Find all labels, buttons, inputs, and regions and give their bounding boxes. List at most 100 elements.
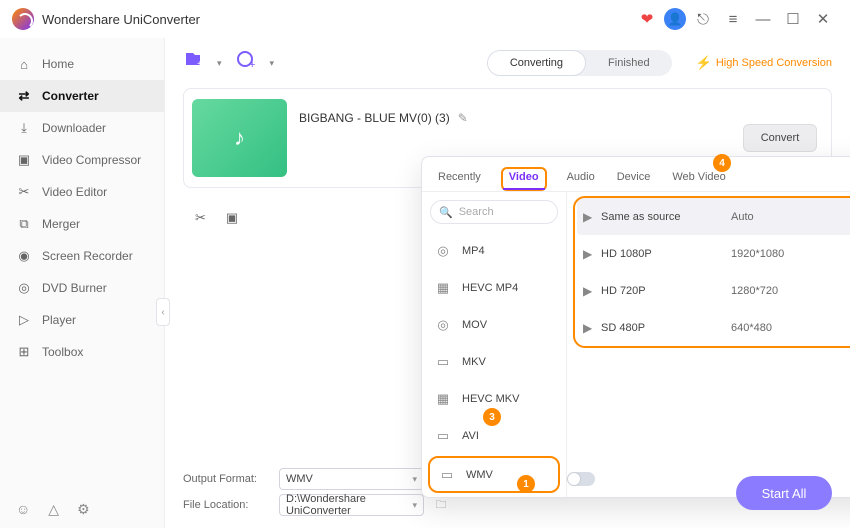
file-title: BIGBANG - BLUE MV(0) (3): [299, 111, 450, 125]
sidebar-bottom: ☺ △ ⚙: [0, 491, 164, 528]
sidebar-item-label: Video Compressor: [42, 153, 141, 167]
status-segment: Converting Finished: [487, 50, 672, 76]
titlebar: Wondershare UniConverter ❤ 👤 ⎋ ≡ — ☐ ✕: [0, 0, 850, 38]
search-icon: 🔍: [439, 206, 453, 219]
app-title: Wondershare UniConverter: [42, 12, 200, 27]
convert-button[interactable]: Convert: [743, 124, 817, 152]
sidebar-item-dvd[interactable]: ◎ DVD Burner: [0, 272, 164, 304]
notify-icon[interactable]: △: [48, 501, 59, 518]
high-speed-toggle[interactable]: ⚡ High Speed Conversion: [696, 55, 832, 71]
high-speed-label: High Speed Conversion: [716, 57, 832, 69]
start-all-button[interactable]: Start All: [736, 476, 832, 510]
sidebar-item-recorder[interactable]: ◉ Screen Recorder: [0, 240, 164, 272]
sidebar-item-home[interactable]: ⌂ Home: [0, 48, 164, 80]
player-icon: ▷: [16, 312, 32, 328]
sidebar-item-merger[interactable]: ⧉ Merger: [0, 208, 164, 240]
video-icon: ▶: [583, 210, 601, 224]
resolution-column: ▶Same as sourceAuto✎ ▶HD 1080P1920*1080✎…: [567, 192, 850, 497]
downloader-icon: ⤓: [16, 120, 32, 136]
collapse-handle[interactable]: ‹: [156, 298, 170, 326]
chevron-down-icon: ▾: [412, 474, 417, 485]
output-format-label: Output Format:: [183, 473, 271, 485]
sidebar-item-editor[interactable]: ✂ Video Editor: [0, 176, 164, 208]
rename-icon[interactable]: ✎: [458, 111, 468, 125]
format-item-mov[interactable]: ◎MOV: [422, 306, 566, 343]
svg-text:+: +: [197, 59, 203, 70]
format-icon: ▦: [434, 391, 452, 407]
account-icon[interactable]: 👤: [664, 8, 686, 30]
close-icon[interactable]: ✕: [810, 6, 836, 32]
badge-3: 3: [483, 408, 501, 426]
feedback-icon[interactable]: ☺: [16, 501, 30, 518]
video-icon: ▶: [583, 284, 601, 298]
tab-finished[interactable]: Finished: [586, 50, 672, 76]
format-icon: ▦: [434, 280, 452, 296]
format-item-hevc-mp4[interactable]: ▦HEVC MP4: [422, 269, 566, 306]
format-search[interactable]: 🔍 Search: [430, 200, 558, 224]
resolution-row[interactable]: ▶SD 480P640*480✎: [577, 309, 850, 346]
sidebar-item-label: Video Editor: [42, 185, 107, 199]
sidebar-item-label: DVD Burner: [42, 281, 107, 295]
sidebar-item-label: Player: [42, 313, 76, 327]
chevron-down-icon[interactable]: ▾: [217, 58, 222, 69]
settings-icon[interactable]: ⚙: [77, 501, 90, 518]
sidebar-item-player[interactable]: ▷ Player: [0, 304, 164, 336]
app-logo-icon: [12, 8, 34, 30]
merge-toggle[interactable]: [567, 472, 595, 486]
open-folder-icon[interactable]: 🗀: [432, 496, 450, 514]
svg-text:+: +: [249, 59, 255, 70]
resolution-row[interactable]: ▶HD 720P1280*720✎: [577, 272, 850, 309]
tab-converting[interactable]: Converting: [487, 50, 586, 76]
add-file-button[interactable]: +: [183, 50, 209, 76]
tab-device[interactable]: Device: [615, 167, 653, 191]
merger-icon: ⧉: [16, 216, 32, 232]
main: ‹ + ▾ + ▾ Converting Finished ⚡ High Spe…: [165, 38, 850, 528]
video-icon: ▶: [583, 247, 601, 261]
search-placeholder: Search: [459, 206, 494, 218]
format-icon: ◎: [434, 317, 452, 333]
tab-audio[interactable]: Audio: [565, 167, 597, 191]
sidebar-item-converter[interactable]: ⇄ Converter: [0, 80, 164, 112]
body: ⌂ Home ⇄ Converter ⤓Downloader ▣ Video Comp…: [0, 38, 850, 528]
converter-icon: ⇄: [16, 88, 32, 104]
format-column: 🔍 Search ◎MP4 ▦HEVC MP4 ◎MOV ▭MKV ▦HEVC …: [422, 192, 567, 497]
resolution-row[interactable]: ▶HD 1080P1920*1080✎: [577, 235, 850, 272]
gift-icon[interactable]: ❤: [634, 6, 660, 32]
resolution-row[interactable]: ▶Same as sourceAuto✎: [577, 198, 850, 235]
compressor-icon: ▣: [16, 152, 32, 168]
badge-1: 1: [517, 475, 535, 493]
format-item-mp4[interactable]: ◎MP4: [422, 232, 566, 269]
chevron-down-icon: ▾: [412, 500, 417, 511]
minimize-icon[interactable]: —: [750, 6, 776, 32]
format-item-wmv[interactable]: ▭WMV: [428, 456, 560, 493]
format-icon: ▭: [434, 428, 452, 444]
sidebar-item-label: Converter: [42, 89, 99, 103]
tab-video[interactable]: Video: [501, 167, 547, 191]
maximize-icon[interactable]: ☐: [780, 6, 806, 32]
menu-icon[interactable]: ≡: [720, 6, 746, 32]
sidebar-item-label: Merger: [42, 217, 80, 231]
tab-recently[interactable]: Recently: [436, 167, 483, 191]
home-icon: ⌂: [16, 56, 32, 72]
bolt-icon: ⚡: [696, 55, 712, 71]
file-location-combo[interactable]: D:\Wondershare UniConverter▾: [279, 494, 424, 516]
sidebar-item-toolbox[interactable]: ⊞Toolbox: [0, 336, 164, 368]
sidebar-item-compressor[interactable]: ▣ Video Compressor: [0, 144, 164, 176]
toolbar: + ▾ + ▾ Converting Finished ⚡ High Speed…: [165, 38, 850, 88]
chevron-down-icon[interactable]: ▾: [270, 58, 275, 69]
sidebar-item-downloader[interactable]: ⤓Downloader: [0, 112, 164, 144]
trim-icon[interactable]: ✂: [195, 210, 206, 226]
add-url-button[interactable]: +: [236, 50, 262, 76]
crop-icon[interactable]: ▣: [226, 210, 238, 226]
sidebar-item-label: Screen Recorder: [42, 249, 133, 263]
file-thumbnail[interactable]: ♪: [192, 99, 287, 177]
editor-icon: ✂: [16, 184, 32, 200]
dvd-icon: ◎: [16, 280, 32, 296]
recorder-icon: ◉: [16, 248, 32, 264]
app-window: Wondershare UniConverter ❤ 👤 ⎋ ≡ — ☐ ✕ ⌂…: [0, 0, 850, 528]
support-icon[interactable]: ⎋: [690, 6, 716, 32]
format-item-mkv[interactable]: ▭MKV: [422, 343, 566, 380]
toolbox-icon: ⊞: [16, 344, 32, 360]
sidebar-item-label: Home: [42, 57, 74, 71]
output-format-combo[interactable]: WMV▾: [279, 468, 424, 490]
